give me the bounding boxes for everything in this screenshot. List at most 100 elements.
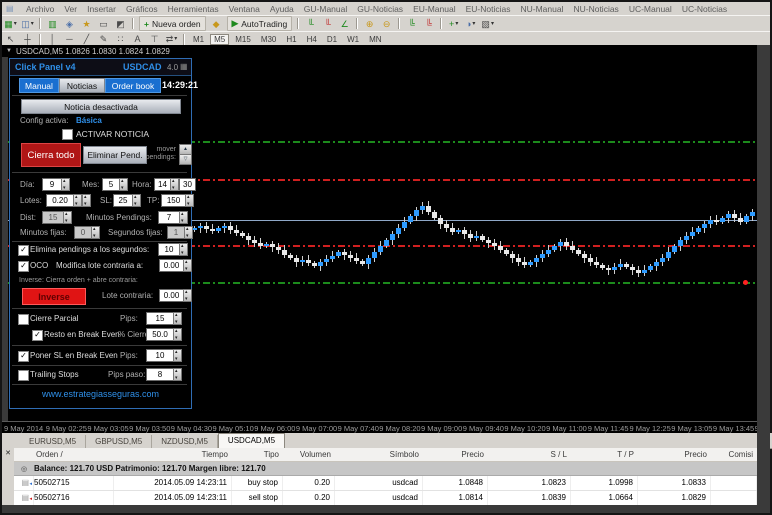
text-icon[interactable]: A [130,33,145,46]
noticia-desactivada-button[interactable]: Noticia desactivada [21,99,181,114]
dist-field[interactable]: 15 [42,211,64,224]
menu-item-ventana[interactable]: Ventana [224,4,265,14]
timeframe-m30[interactable]: M30 [257,34,281,45]
menu-item-eu-noticias[interactable]: EU-Noticias [461,4,516,14]
table-row[interactable]: ▤◂505027152014.05.09 14:23:11buy stop0.2… [14,476,757,491]
zoom-out-icon[interactable]: ⊖ [379,17,394,30]
mes-field[interactable]: 5 [102,178,120,191]
periods-icon[interactable]: ◑▾ [463,17,478,30]
timeframe-m1[interactable]: M1 [189,34,208,45]
sl-field[interactable]: 25 [113,194,133,207]
chart-tab-gbpusd-m5[interactable]: GBPUSD,M5 [86,435,152,448]
dist-spinner[interactable] [63,211,72,224]
menu-item-archivo[interactable]: Archivo [21,4,59,14]
segundos-fijas-field[interactable]: 1 [167,226,185,239]
menu-item-uc-noticias[interactable]: UC-Noticias [677,4,732,14]
menu-item-nu-manual[interactable]: NU-Manual [515,4,568,14]
dia-field[interactable]: 9 [42,178,62,191]
segundos-fijas-spinner[interactable] [184,226,193,239]
trailing-pips-spinner[interactable] [173,368,182,381]
cierre-pips-field[interactable]: 15 [146,312,174,325]
tab-manual[interactable]: Manual [19,78,59,93]
profiles-icon[interactable]: ◫▾ [20,17,35,30]
new-chart-icon[interactable]: ▦▾ [3,17,18,30]
website-link[interactable]: www.estrategiasseguras.com [10,389,191,399]
chart-tab-eurusd-m5[interactable]: EURUSD,M5 [20,435,86,448]
hora-minutes-field[interactable]: 30 [179,178,196,191]
tab-noticias[interactable]: Noticias [59,78,105,93]
minutos-fijas-spinner[interactable] [91,226,100,239]
oco-field[interactable]: 0.00 [159,259,184,272]
oco-checkbox[interactable] [18,261,29,272]
fibonacci-icon[interactable]: ✎ [96,33,111,46]
pct-cierre-field[interactable]: 50.0 [146,328,174,341]
shapes-icon[interactable]: ⇄▾ [164,33,179,46]
cursor-icon[interactable]: ↖ [3,33,18,46]
pct-cierre-spinner[interactable] [173,328,182,341]
menu-item-gu-manual[interactable]: GU-Manual [299,4,352,14]
timeframe-w1[interactable]: W1 [343,34,363,45]
menu-item-insertar[interactable]: Insertar [82,4,121,14]
crosshair-icon[interactable]: ┼ [20,33,35,46]
close-icon[interactable]: ✕ [5,450,11,457]
text-label-icon[interactable]: ⊤ [147,33,162,46]
elimina-pendings-checkbox[interactable] [18,245,29,256]
cursor-data-icon[interactable]: ╙ [303,17,318,30]
navigator-icon[interactable]: ◈ [62,17,77,30]
timeframe-mn[interactable]: MN [365,34,385,45]
lotes-spinner2[interactable] [82,194,91,207]
panel-titlebar[interactable]: Click Panel v4 USDCAD 4.0 ▦ [10,59,191,76]
lotes-field[interactable]: 0.20 [46,194,74,207]
menu-item-gu-noticias[interactable]: GU-Noticias [352,4,408,14]
trailing-stops-checkbox[interactable] [18,370,29,381]
strategy-tester-icon[interactable]: ◩ [113,17,128,30]
timeframe-h4[interactable]: H4 [303,34,321,45]
vertical-line-icon[interactable]: │ [45,33,60,46]
collapse-icon[interactable]: ▼ [6,48,12,54]
table-row[interactable]: ▤◂505027162014.05.09 14:23:11sell stop0.… [14,491,757,506]
menu-item-ayuda[interactable]: Ayuda [265,4,299,14]
timeframe-h1[interactable]: H1 [282,34,300,45]
cierre-pips-spinner[interactable] [173,312,182,325]
autotrading-button[interactable]: ▶ AutoTrading [227,16,293,31]
poner-pips-spinner[interactable] [173,349,182,362]
hora-spinner[interactable] [170,178,179,191]
minutos-pendings-field[interactable]: 7 [158,211,180,224]
nueva-orden-button[interactable]: + Nueva orden [139,16,206,31]
lote-contraria-spinner[interactable] [183,289,192,302]
chart-tab-nzdusd-m5[interactable]: NZDUSD,M5 [152,435,218,448]
lote-contraria-field[interactable]: 0.00 [159,289,184,302]
elimina-pendings-spinner[interactable] [179,243,188,256]
horizontal-line-icon[interactable]: ─ [62,33,77,46]
favorites-icon[interactable]: ★ [79,17,94,30]
menu-item-herramientas[interactable]: Herramientas [163,4,224,14]
eliminar-pend-button[interactable]: Eliminar Pend. [83,146,147,164]
tp-field[interactable]: 150 [161,194,186,207]
mover-down-button[interactable]: ▽ [179,154,192,165]
menu-item-nu-noticias[interactable]: NU-Noticias [568,4,623,14]
trendline-icon[interactable]: ╱ [79,33,94,46]
trailing-pips-field[interactable]: 8 [146,368,174,381]
zoom-in-icon[interactable]: ⊕ [362,17,377,30]
cierra-todo-button[interactable]: Cierra todo [21,143,81,167]
timeframe-m5[interactable]: M5 [210,34,229,45]
price-chart[interactable]: Click Panel v4 USDCAD 4.0 ▦ Manual Notic… [8,57,757,421]
elimina-pendings-field[interactable]: 10 [158,243,180,256]
activar-noticia-checkbox[interactable] [62,129,73,140]
hora-hours-field[interactable]: 14 [154,178,171,191]
menu-item-eu-manual[interactable]: EU-Manual [408,4,461,14]
market-watch-icon[interactable]: ▥ [45,17,60,30]
chart-autoscroll-icon[interactable]: ╚ [421,17,436,30]
grid-icon[interactable]: ∷ [113,33,128,46]
poner-sl-checkbox[interactable] [18,351,29,362]
timeframe-d1[interactable]: D1 [323,34,341,45]
mes-spinner[interactable] [119,178,128,191]
lotes-spinner[interactable] [73,194,82,207]
templates-icon[interactable]: ▧▾ [480,17,495,30]
dia-spinner[interactable] [61,178,70,191]
metaeditor-icon[interactable]: ◆ [209,17,224,30]
inverse-button[interactable]: Inverse [22,288,86,305]
cursor-data2-icon[interactable]: ╙ [320,17,335,30]
tp-spinner[interactable] [185,194,194,207]
resto-break-even-checkbox[interactable] [32,330,43,341]
